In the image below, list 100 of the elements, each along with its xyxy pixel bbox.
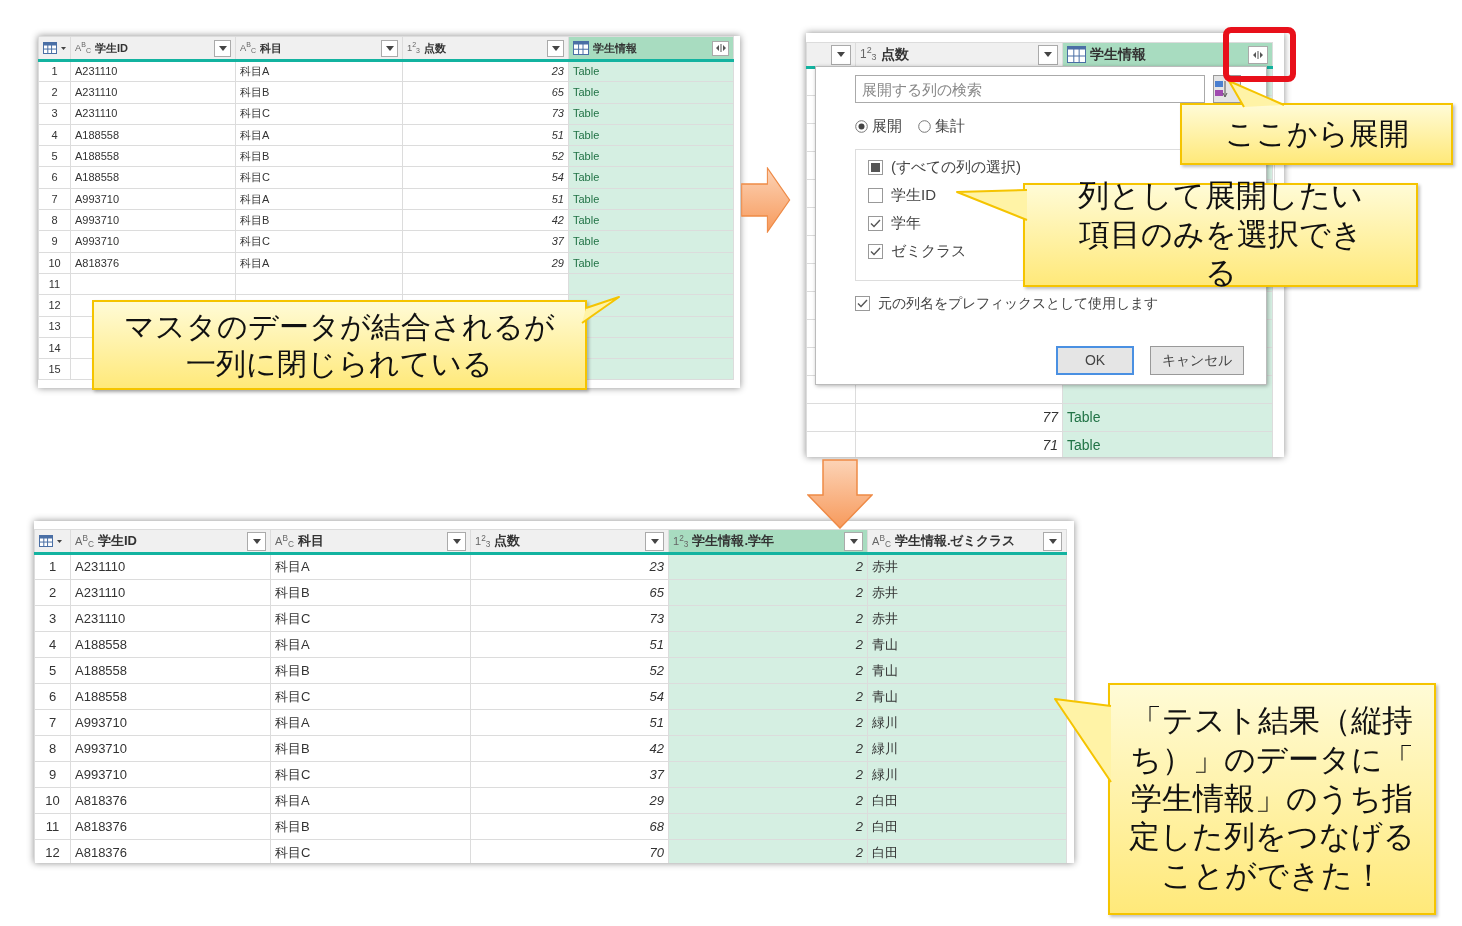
- table-cell: 赤井: [867, 605, 1067, 632]
- table-cell: 65: [470, 579, 669, 606]
- column-header[interactable]: 1$^{2}$$_{3}$ 点数: [855, 42, 1063, 68]
- row-number: 7: [34, 709, 71, 736]
- expand-button[interactable]: [712, 40, 729, 56]
- dropdown-button[interactable]: [381, 39, 398, 57]
- table-cell: 青山: [867, 657, 1067, 684]
- dropdown-button[interactable]: [645, 531, 664, 551]
- column-header[interactable]: 1$^{2}$$_{3}$ 学生情報.学年: [668, 529, 868, 554]
- table-cell: 2: [668, 761, 868, 788]
- column-option[interactable]: (すべての列の選択): [868, 153, 1021, 182]
- dropdown-button[interactable]: [844, 531, 863, 551]
- table-cell: A818376: [70, 813, 271, 840]
- cancel-button[interactable]: キャンセル: [1150, 345, 1244, 375]
- column-header[interactable]: 1$^{2}$$_{3}$ 点数: [402, 36, 569, 61]
- checkbox[interactable]: [868, 244, 883, 259]
- checkbox[interactable]: [868, 188, 883, 203]
- column-header[interactable]: A$^{B}$$_{C}$ 学生情報.ゼミクラス: [867, 529, 1067, 554]
- caret-icon: [1048, 538, 1057, 544]
- row-number: 3: [38, 103, 71, 125]
- dropdown-button[interactable]: [214, 39, 231, 57]
- table-cell[interactable]: Table: [1062, 403, 1273, 432]
- table-cell: 緑川: [867, 761, 1067, 788]
- table-cell: 科目C: [270, 683, 471, 710]
- column-header[interactable]: A$^{B}$$_{C}$ 科目: [235, 36, 403, 61]
- table-cell: 65: [402, 81, 569, 104]
- table-cell: 54: [402, 167, 569, 189]
- search-field[interactable]: 展開する列の検索: [855, 75, 1205, 103]
- table-cell: A231110: [70, 60, 236, 82]
- dropdown-button[interactable]: [547, 39, 564, 57]
- table-cell: 科目C: [270, 605, 471, 632]
- caret-icon: [452, 538, 461, 544]
- table-cell: A188558: [70, 167, 236, 189]
- callout-note: ここから展開: [1180, 103, 1453, 165]
- dropdown-button[interactable]: [1043, 531, 1062, 551]
- table-menu-button[interactable]: [38, 36, 71, 61]
- table-cell: 2: [668, 813, 868, 840]
- dropdown-button[interactable]: [831, 44, 851, 65]
- table-cell: 科目C: [235, 167, 403, 189]
- checkbox[interactable]: [868, 160, 883, 175]
- column-option[interactable]: 学生ID: [868, 181, 936, 210]
- column-header[interactable]: 1$^{2}$$_{3}$ 点数: [470, 529, 669, 554]
- table-cell: 青山: [867, 631, 1067, 658]
- dropdown-button[interactable]: [247, 531, 266, 551]
- ok-button[interactable]: OK: [1056, 345, 1134, 375]
- table-menu-button[interactable]: [34, 529, 71, 554]
- table-cell: 科目A: [270, 709, 471, 736]
- checkbox[interactable]: [868, 216, 883, 231]
- table-cell: A188558: [70, 657, 271, 684]
- right-arrow: [741, 167, 791, 233]
- table-cell: 白田: [867, 787, 1067, 814]
- table-cell: A993710: [70, 188, 236, 210]
- table-cell: A993710: [70, 709, 271, 736]
- table-cell: A818376: [70, 252, 236, 274]
- prefix-option[interactable]: 元の列名をプレフィックスとして使用します: [855, 292, 1266, 314]
- column-header[interactable]: A$^{B}$$_{C}$ 科目: [270, 529, 471, 554]
- radio-option[interactable]: 展開: [855, 115, 902, 138]
- table-cell: 赤井: [867, 553, 1067, 580]
- table-cell: 2: [668, 839, 868, 863]
- table-icon: [43, 42, 57, 54]
- checkbox[interactable]: [855, 295, 870, 311]
- dropdown-button[interactable]: [1038, 44, 1058, 65]
- table-cell: 科目A: [270, 553, 471, 580]
- column-header[interactable]: A$^{B}$$_{C}$ 学生ID: [70, 36, 236, 61]
- column-header[interactable]: A$^{B}$$_{C}$ 学生ID: [70, 529, 271, 554]
- table-cell: 51: [402, 188, 569, 210]
- callout-note: 列として展開したい項目のみを選択できる: [1023, 183, 1418, 287]
- dropdown-button[interactable]: [447, 531, 466, 551]
- row-number: 4: [38, 124, 71, 146]
- expand-button[interactable]: [1248, 45, 1268, 64]
- table-cell: A993710: [70, 230, 236, 253]
- column-header[interactable]: 学生情報: [568, 36, 734, 61]
- table-cell: 科目A: [235, 188, 403, 210]
- table-cell: 2: [668, 787, 868, 814]
- table-cell: 科目A: [235, 252, 403, 274]
- column-option[interactable]: 学年: [868, 209, 921, 238]
- table-cell: A993710: [70, 761, 271, 788]
- row-number: 6: [34, 683, 71, 710]
- table-cell: 2: [668, 735, 868, 762]
- table-cell: 2: [668, 631, 868, 658]
- column-title: 学生情報.ゼミクラス: [894, 532, 1017, 551]
- table-cell: 赤井: [867, 579, 1067, 606]
- column-title: 科目: [259, 40, 283, 56]
- table-icon: [39, 535, 53, 547]
- caret-icon: [385, 45, 394, 51]
- table-cell[interactable]: Table: [1062, 431, 1273, 457]
- table-cell: 52: [470, 657, 669, 684]
- table-cell: 科目C: [235, 103, 403, 125]
- row-number: 1: [38, 60, 71, 82]
- table-cell: 29: [402, 252, 569, 274]
- table-cell: A188558: [70, 631, 271, 658]
- table-cell: A231110: [70, 81, 236, 104]
- table-cell: 37: [470, 761, 669, 788]
- column-option[interactable]: ゼミクラス: [868, 237, 966, 266]
- radio-option[interactable]: 集計: [918, 115, 965, 138]
- table-cell: 科目B: [235, 209, 403, 231]
- table-cell: 科目B: [270, 657, 471, 684]
- table-cell: 科目A: [235, 60, 403, 82]
- column-title: 学生情報: [1090, 45, 1147, 64]
- column-title: 点数: [494, 532, 522, 551]
